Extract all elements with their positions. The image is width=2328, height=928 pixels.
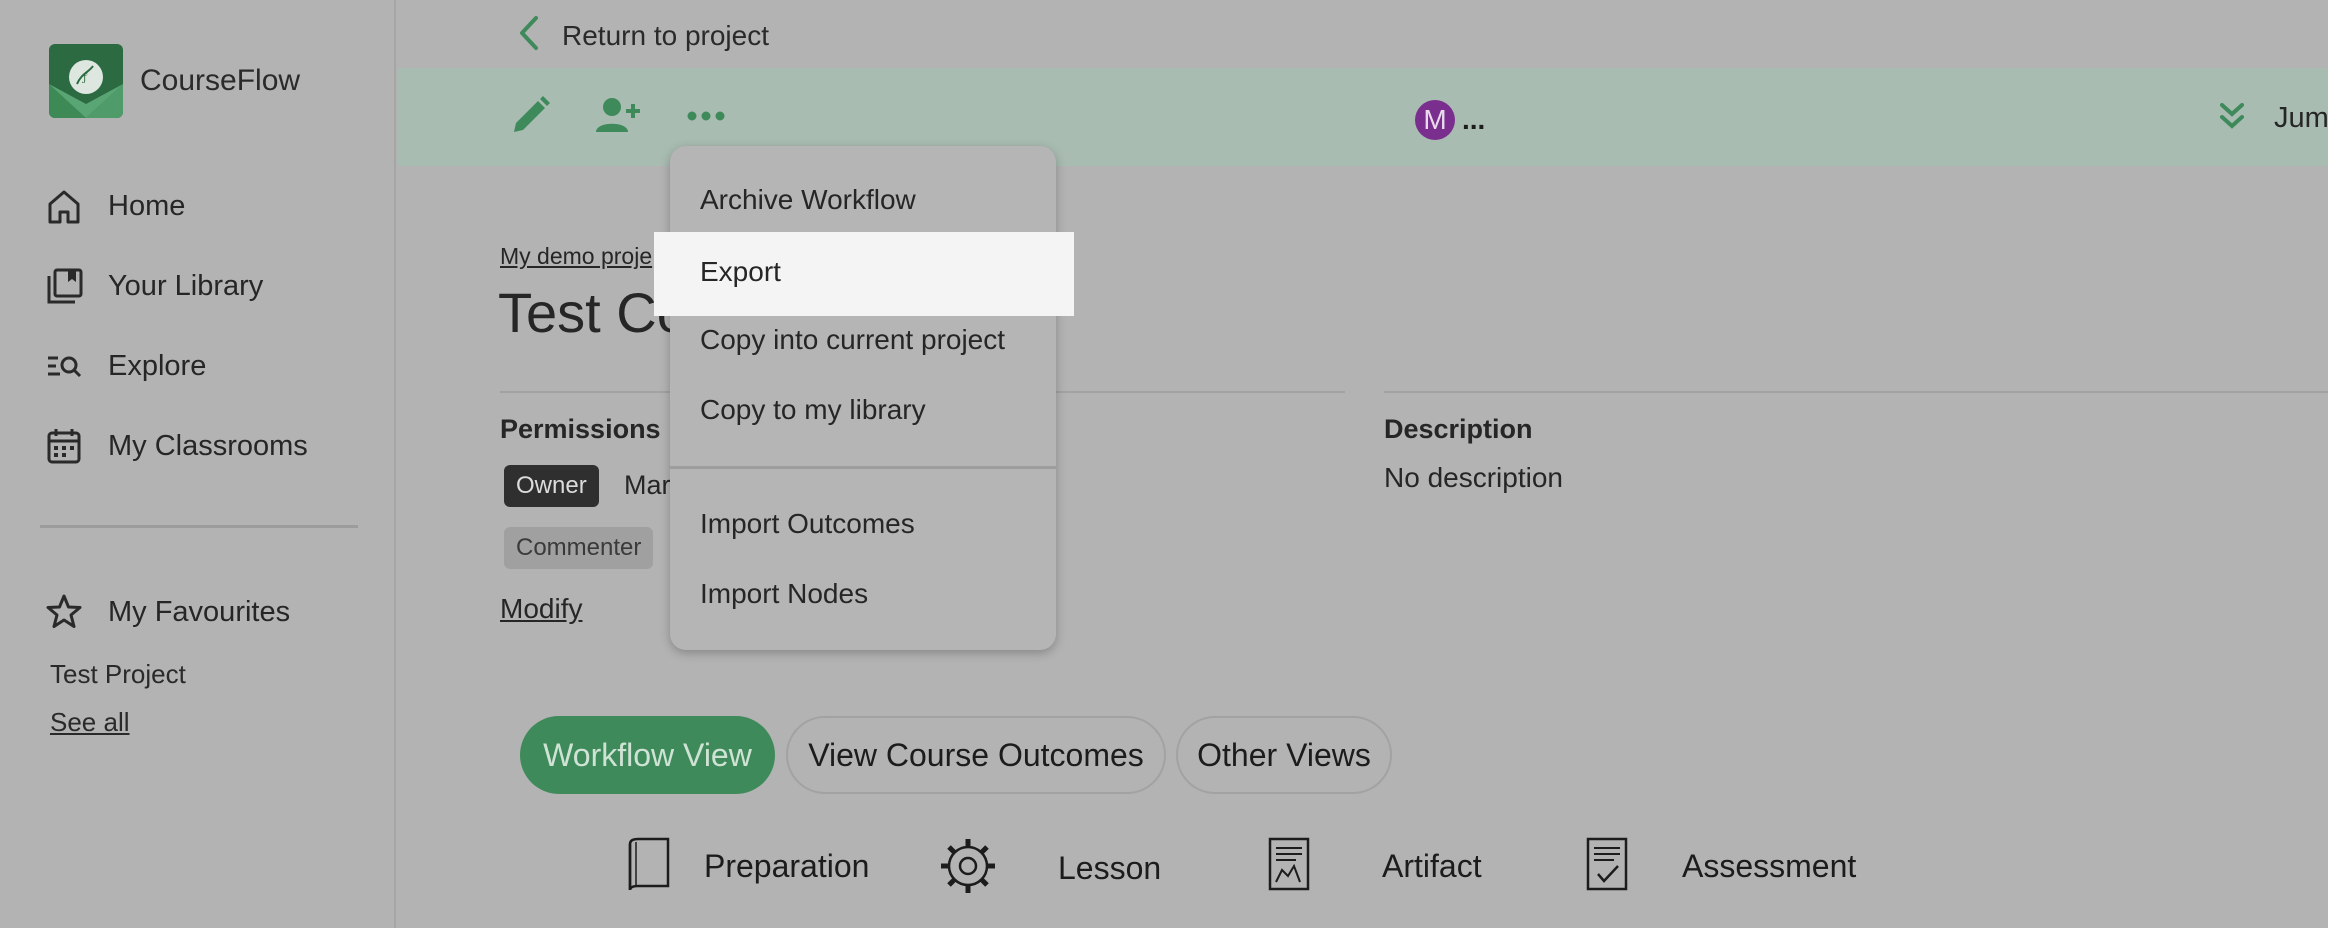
add-user-button[interactable] [590,90,646,146]
node-type-label: Assessment [1682,848,1857,884]
node-type-preparation[interactable]: Preparation [624,836,869,897]
sidebar-item-explore[interactable]: Explore [40,342,206,390]
menu-item-export[interactable]: Export [654,232,1074,316]
sidebar-item-home[interactable]: Home [40,182,185,230]
user-avatar[interactable]: M [1415,100,1455,140]
commenter-badge: Commenter [504,527,654,569]
app-name: CourseFlow [140,64,301,97]
sidebar-item-your-library[interactable]: Your Library [40,262,263,310]
sidebar-divider [40,525,358,528]
menu-item-import-nodes[interactable]: Import Nodes [700,578,868,610]
tab-other-views[interactable]: Other Views [1176,716,1392,794]
double-chevron-down-icon [2216,100,2248,137]
node-type-label: Lesson [1058,850,1162,886]
breadcrumb-project-link[interactable]: My demo proje [500,243,652,270]
menu-item-copy-into-current-project[interactable]: Copy into current project [700,324,1005,356]
gear-icon [938,836,998,901]
return-to-project-link[interactable]: Return to project [514,14,769,57]
sidebar-item-label: My Favourites [108,595,291,628]
chevron-left-icon [514,14,544,57]
return-label: Return to project [562,19,769,51]
favourite-item[interactable]: Test Project [50,659,186,690]
permissions-heading: Permissions [500,414,661,444]
menu-item-label: Export [700,256,781,287]
tab-view-course-outcomes[interactable]: View Course Outcomes [786,716,1166,794]
pencil-icon [508,94,552,143]
more-options-button[interactable] [678,90,734,146]
sidebar: ƒ CourseFlow Home Your Library Explore M… [0,0,396,928]
book-icon [624,836,674,897]
description-heading: Description [1384,414,1533,444]
node-type-label: Preparation [704,848,870,884]
edit-button[interactable] [502,90,558,146]
node-type-assessment[interactable]: Assessment [1584,836,1856,897]
more-users-indicator[interactable]: ... [1462,104,1485,136]
courseflow-logo[interactable]: ƒ [49,44,123,118]
explore-icon [40,342,88,390]
node-type-artifact[interactable]: Artifact [1266,836,1482,897]
sidebar-item-label: Explore [108,349,207,382]
divider [1384,391,2328,393]
document-chart-icon [1266,836,1312,897]
sidebar-item-my-classrooms[interactable]: My Classrooms [40,422,308,470]
checklist-icon [1584,836,1630,897]
star-icon [40,588,88,636]
menu-item-copy-to-my-library[interactable]: Copy to my library [700,394,926,426]
tab-workflow-view[interactable]: Workflow View [520,716,775,794]
jump-label: Jum [2274,102,2328,134]
library-icon [40,262,88,310]
sidebar-item-my-favourites[interactable]: My Favourites [40,588,290,636]
add-user-icon [593,94,643,143]
menu-divider [670,466,1056,469]
sidebar-item-label: My Classrooms [108,429,308,462]
jump-to-button[interactable]: Jum [2216,100,2328,137]
calendar-icon [40,422,88,470]
node-type-label: Artifact [1382,848,1482,884]
see-all-link[interactable]: See all [50,707,130,738]
menu-item-import-outcomes[interactable]: Import Outcomes [700,508,915,540]
workflow-options-menu: Archive Workflow Copy into current proje… [670,146,1056,650]
owner-name: Mar [624,470,671,500]
node-type-lesson[interactable]: Lesson [938,836,1161,901]
home-icon [40,182,88,230]
modify-permissions-link[interactable]: Modify [500,593,582,625]
menu-item-archive-workflow[interactable]: Archive Workflow [700,184,916,216]
more-icon [686,108,726,129]
sidebar-item-label: Your Library [108,269,264,302]
owner-badge: Owner [504,465,599,507]
description-text: No description [1384,462,1563,493]
sidebar-item-label: Home [108,189,186,222]
